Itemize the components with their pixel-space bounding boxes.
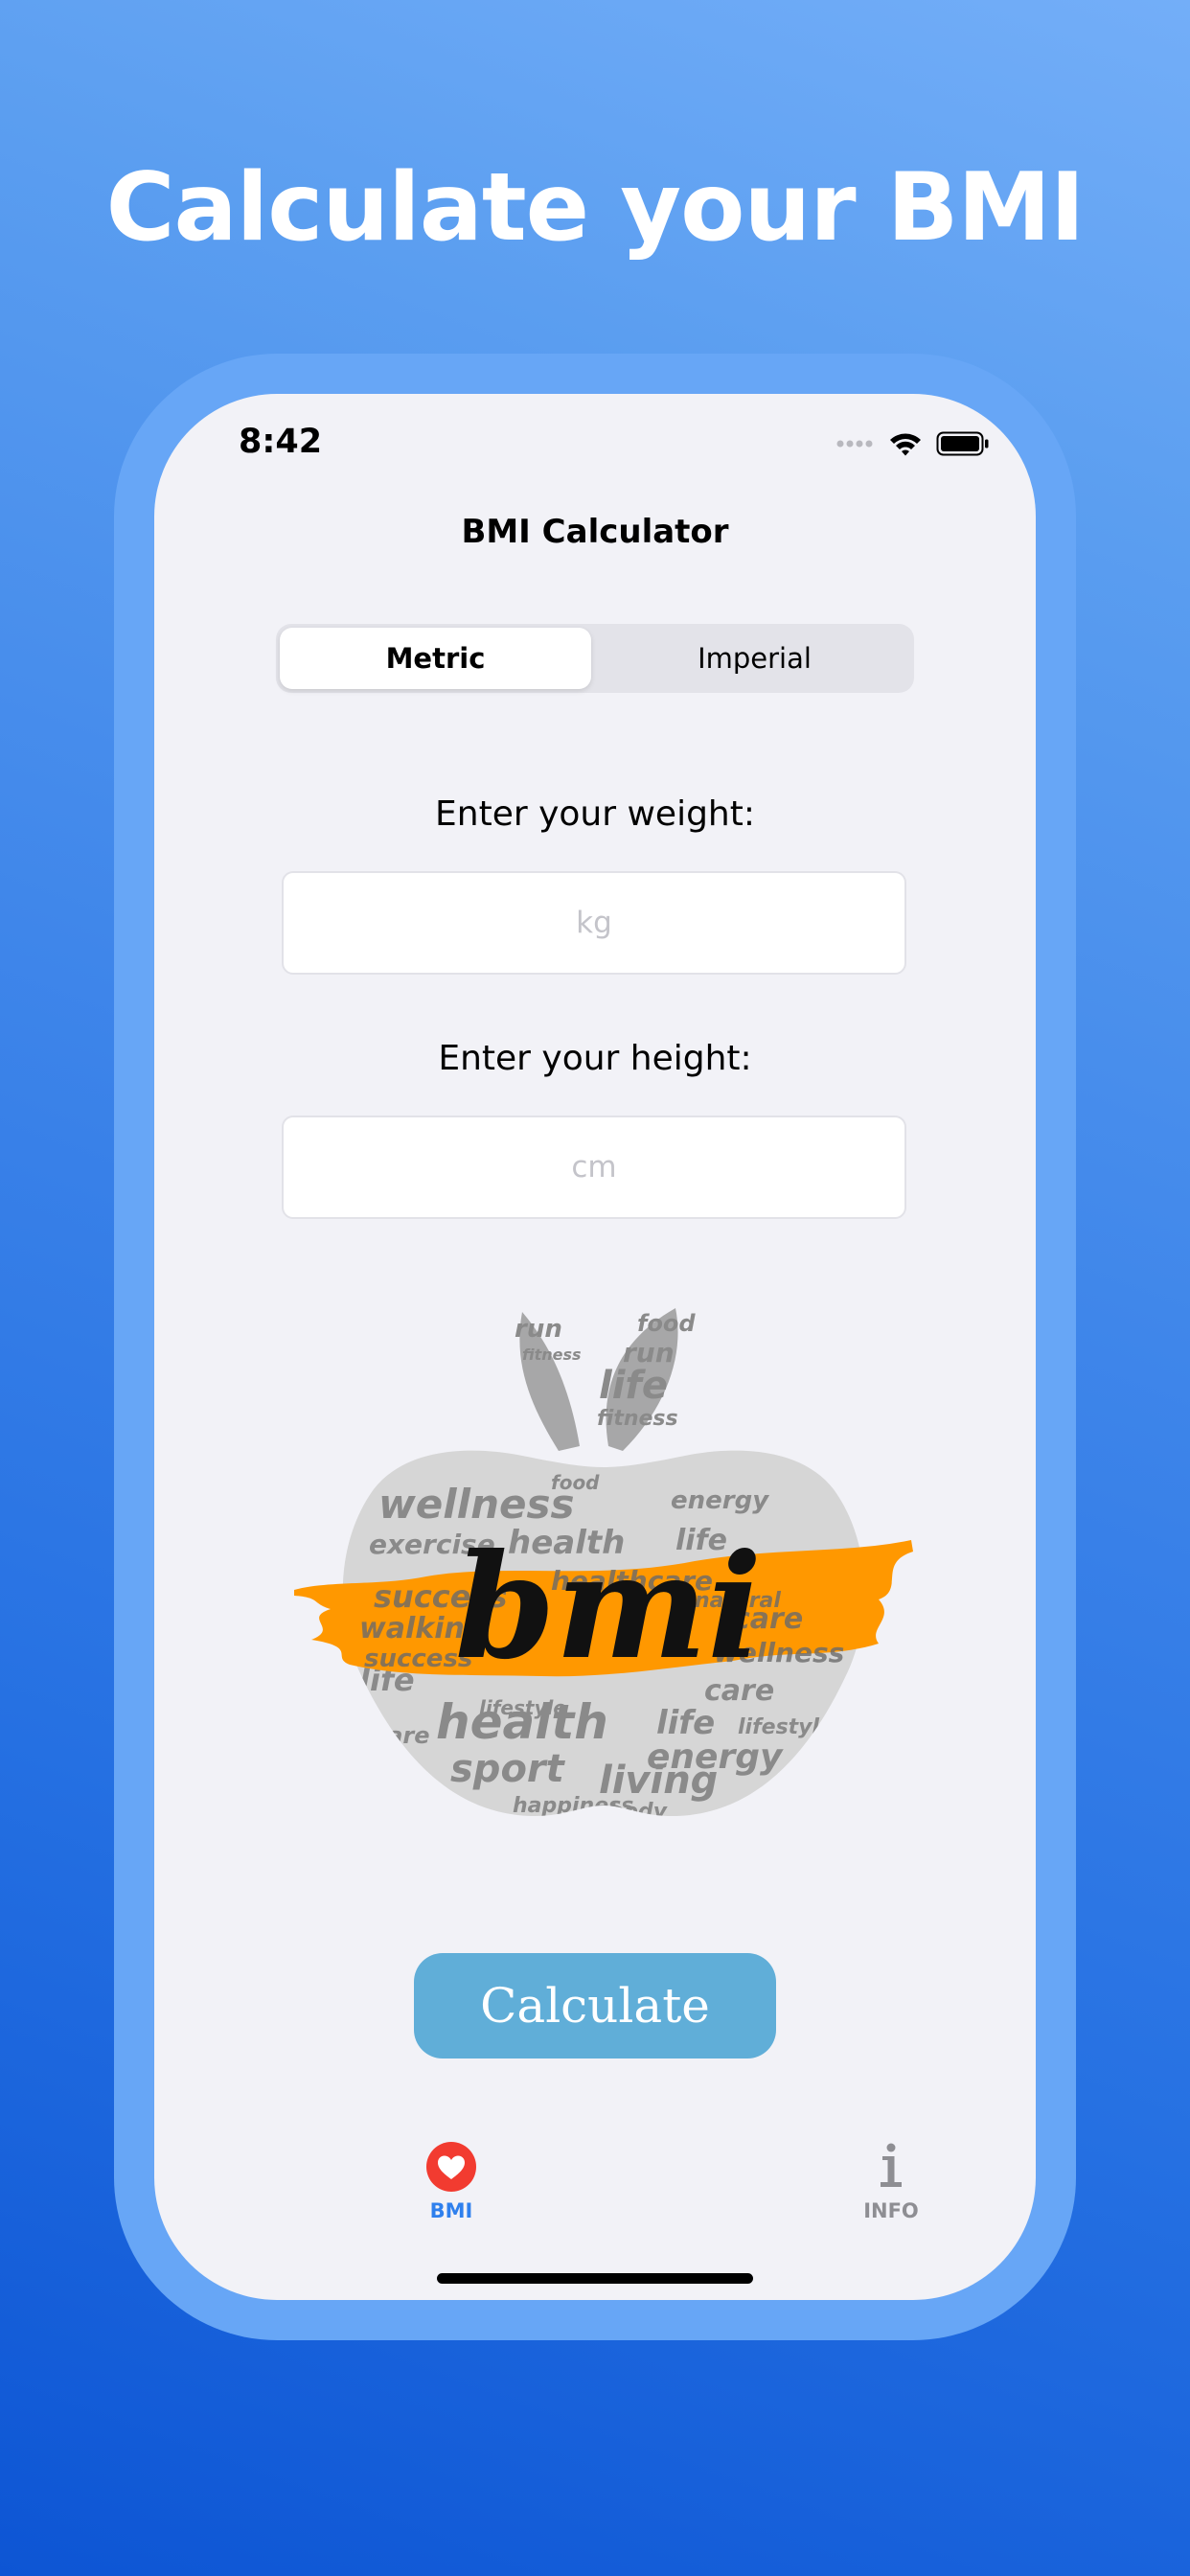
status-time: 8:42: [239, 423, 323, 461]
word-cloud-word: sport: [450, 1747, 566, 1791]
leaf-word: fitness: [597, 1407, 678, 1431]
word-cloud-word: care: [374, 1722, 430, 1749]
info-icon: [864, 2140, 918, 2194]
weight-label: Enter your weight:: [435, 794, 755, 834]
status-indicators: [836, 430, 990, 457]
segment-imperial[interactable]: Imperial: [599, 628, 910, 689]
tab-info-label: INFO: [863, 2199, 919, 2222]
word-cloud-word: wellness: [378, 1481, 574, 1528]
wifi-icon: [890, 433, 921, 456]
app-screen: 8:42 BMI Calculator Metric Imperial Ente…: [154, 394, 1036, 2300]
word-cloud-word: body: [608, 1800, 669, 1824]
calculate-button[interactable]: Calculate: [414, 1953, 776, 2058]
nav-title: BMI Calculator: [461, 513, 729, 551]
segment-metric[interactable]: Metric: [280, 628, 591, 689]
battery-icon: [936, 431, 989, 456]
leaf-word: run: [515, 1315, 562, 1344]
word-cloud-word: life: [656, 1704, 715, 1742]
headline: Calculate your BMI: [105, 153, 1086, 263]
leaf-word: food: [637, 1310, 696, 1337]
leaf-word: life: [599, 1364, 668, 1408]
word-cloud-word: food: [551, 1471, 600, 1494]
heart-icon: [424, 2140, 478, 2194]
tab-bmi-label: BMI: [429, 2199, 473, 2222]
bmi-logo-text: bmi: [455, 1523, 763, 1691]
word-cloud-word: lifestyle: [738, 1715, 834, 1739]
height-input[interactable]: [282, 1116, 906, 1219]
cellular-signal-icon: [836, 440, 873, 448]
home-indicator: [437, 2273, 753, 2284]
word-cloud-word: lifestyle: [479, 1696, 566, 1719]
tab-bmi[interactable]: BMI: [375, 2140, 528, 2245]
weight-input[interactable]: [282, 871, 906, 975]
leaf-word: fitness: [522, 1346, 582, 1364]
tab-info[interactable]: INFO: [814, 2140, 968, 2245]
height-label: Enter your height:: [438, 1039, 752, 1078]
unit-segmented-control: Metric Imperial: [276, 624, 914, 693]
word-cloud-word: energy: [671, 1486, 769, 1515]
bmi-word-cloud-illustration: wellness energy exercise health life ene…: [294, 1308, 913, 1824]
